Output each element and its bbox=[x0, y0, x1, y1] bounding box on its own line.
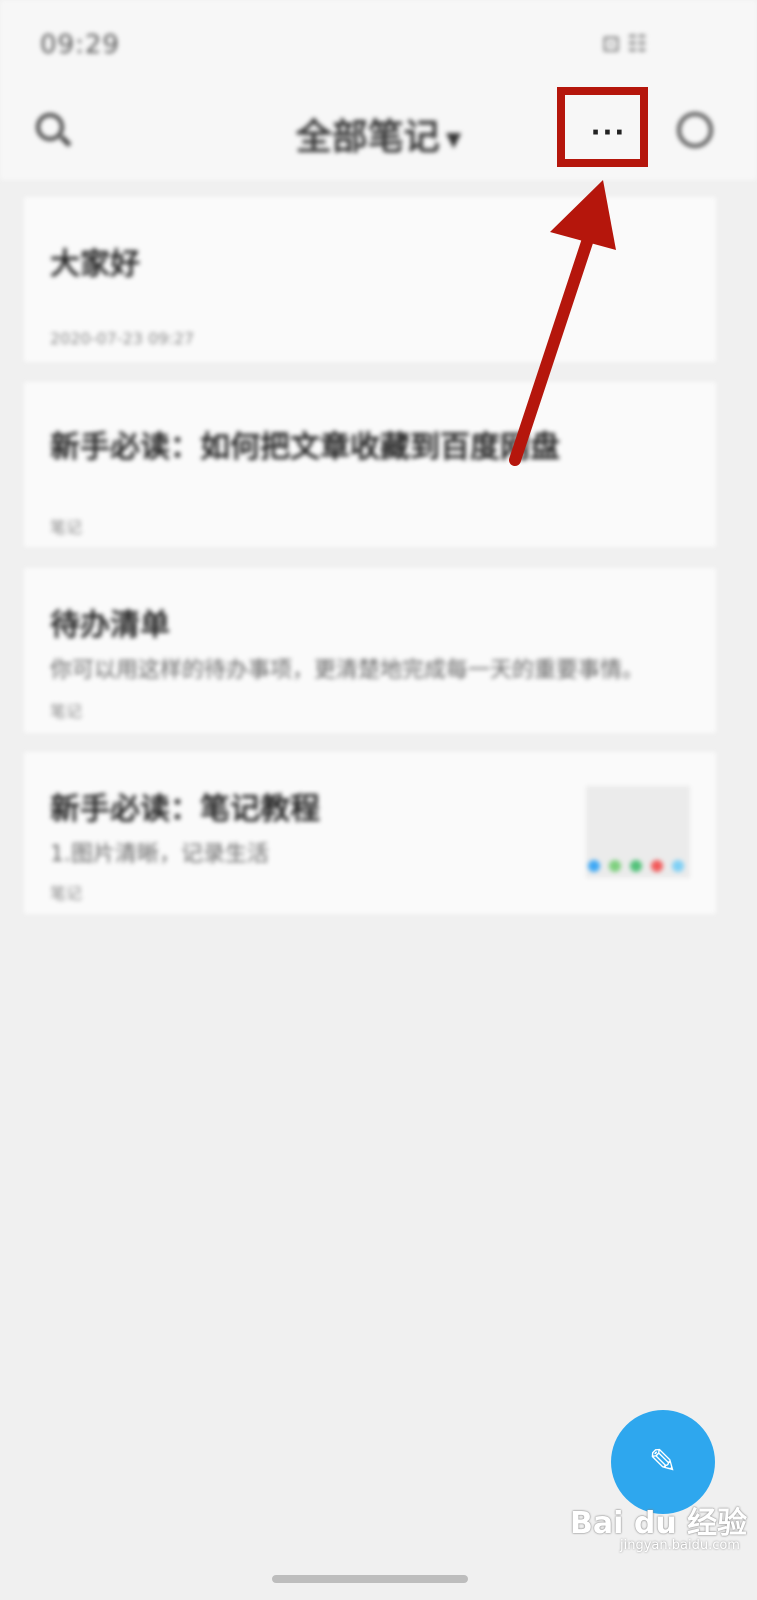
color-dot bbox=[672, 860, 684, 872]
thumbnail-color-dots bbox=[588, 860, 684, 872]
home-indicator[interactable] bbox=[272, 1575, 468, 1583]
annotation-arrow-icon bbox=[509, 180, 616, 466]
note-title: 待办清单 bbox=[50, 608, 170, 643]
note-card[interactable]: 新手必读：笔记教程 1.图片清晰，记录生活 笔记 bbox=[24, 752, 716, 914]
note-meta: 笔记 bbox=[50, 702, 83, 721]
edit-icon: ✎ bbox=[648, 1442, 678, 1482]
color-dot bbox=[609, 860, 621, 872]
note-meta: 笔记 bbox=[50, 884, 83, 903]
color-dot bbox=[588, 860, 600, 872]
color-dot bbox=[651, 860, 663, 872]
watermark-logo: Bai du 经验 bbox=[570, 1506, 748, 1541]
color-dot bbox=[630, 860, 642, 872]
watermark-url: jingyan.baidu.com bbox=[620, 1538, 740, 1553]
note-meta: 笔记 bbox=[50, 518, 83, 537]
note-snippet: 你可以用这样的待办事项，更清楚地完成每一天的重要事情。 bbox=[50, 658, 645, 683]
note-snippet: 1.图片清晰，记录生活 bbox=[50, 842, 269, 867]
note-title: 新手必读：笔记教程 bbox=[50, 792, 320, 827]
note-card[interactable]: 待办清单 你可以用这样的待办事项，更清楚地完成每一天的重要事情。 笔记 bbox=[24, 568, 716, 733]
